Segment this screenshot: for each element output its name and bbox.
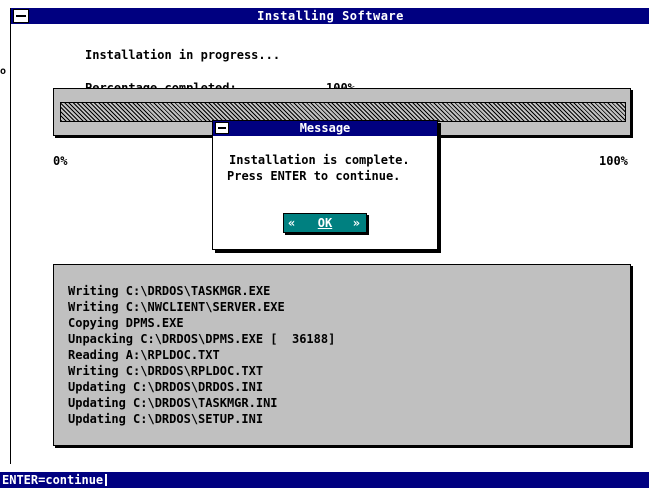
progress-bar	[60, 102, 626, 122]
log-line: Writing C:\DRDOS\RPLDOC.TXT	[68, 364, 264, 378]
status-bar: ENTER=continue	[0, 472, 649, 488]
window-title: Installing Software	[257, 9, 404, 23]
text-cursor	[105, 474, 108, 486]
log-line: Copying DPMS.EXE	[68, 316, 184, 330]
stray-glyph: o	[0, 66, 7, 77]
dialog-title: Message	[299, 121, 351, 135]
dialog-message-line-1: Installation is complete.	[229, 153, 410, 167]
install-log-panel: Writing C:\DRDOS\TASKMGR.EXE Writing C:\N…	[53, 264, 631, 446]
message-dialog: Message Installation is complete. Press …	[212, 120, 438, 250]
log-line: Updating C:\DRDOS\SETUP.INI	[68, 412, 264, 426]
ok-button[interactable]: « OK »	[283, 213, 367, 233]
dialog-message-line-2: Press ENTER to continue.	[227, 169, 401, 183]
log-line: Reading A:\RPLDOC.TXT	[68, 348, 220, 362]
status-text: ENTER=continue	[2, 473, 108, 487]
progress-heading: Installation in progress...	[85, 48, 281, 62]
install-log-list: Writing C:\DRDOS\TASKMGR.EXE Writing C:\N…	[68, 283, 335, 427]
log-line: Unpacking C:\DRDOS\DPMS.EXE [ 36188]	[68, 332, 336, 346]
progress-scale-min: 0%	[53, 154, 68, 168]
log-line: Writing C:\DRDOS\TASKMGR.EXE	[68, 284, 271, 298]
dialog-title-bar: Message	[213, 121, 437, 136]
progress-scale-max: 100%	[599, 154, 628, 168]
log-line: Writing C:\NWCLIENT\SERVER.EXE	[68, 300, 285, 314]
log-line: Updating C:\DRDOS\DRDOS.INI	[68, 380, 264, 394]
window-title-bar: Installing Software	[11, 8, 649, 24]
ok-right-arrow-icon: »	[352, 216, 360, 230]
status-hint: ENTER=continue	[2, 473, 104, 487]
log-line: Updating C:\DRDOS\TASKMGR.INI	[68, 396, 278, 410]
progress-bar-fill	[61, 103, 625, 121]
